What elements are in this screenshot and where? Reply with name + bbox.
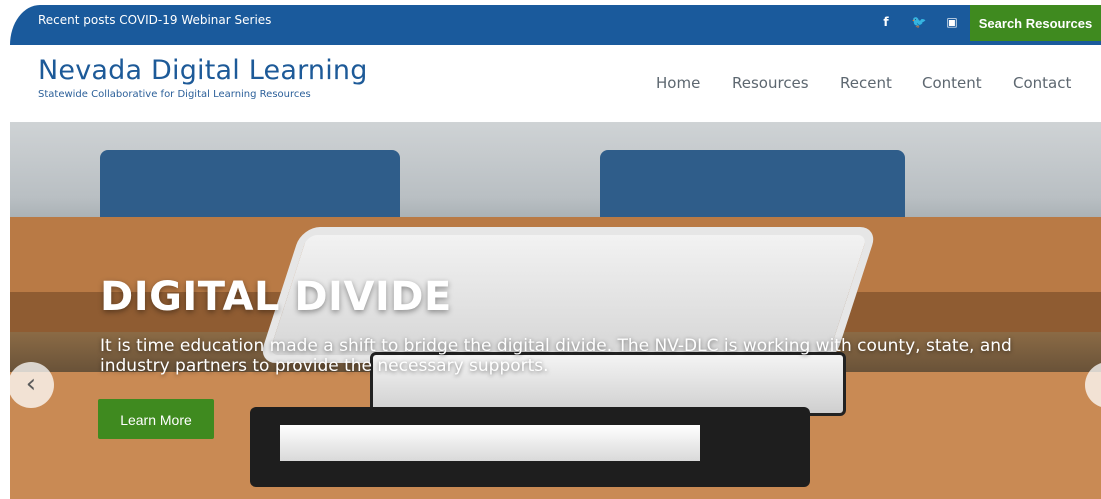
youtube-icon[interactable]: ▣ bbox=[942, 12, 962, 32]
hero-slider: DIGITAL DIVIDE It is time education made… bbox=[10, 122, 1101, 499]
recent-post-link[interactable]: COVID-19 Webinar Series bbox=[119, 13, 271, 27]
chair-left-image bbox=[100, 150, 400, 222]
learn-more-button[interactable]: Learn More bbox=[98, 399, 214, 439]
book-pages-image bbox=[280, 425, 700, 461]
chair-right-image bbox=[600, 150, 905, 222]
nav-contact[interactable]: Contact bbox=[1013, 74, 1071, 92]
nav-resources[interactable]: Resources bbox=[732, 74, 809, 92]
hero-title: DIGITAL DIVIDE bbox=[100, 274, 452, 320]
search-resources-button[interactable]: Search Resources bbox=[970, 5, 1101, 41]
top-bar: Recent posts COVID-19 Webinar Series f 🐦… bbox=[10, 5, 1101, 45]
recent-posts-ticker: Recent posts COVID-19 Webinar Series bbox=[38, 13, 271, 27]
nav-home[interactable]: Home bbox=[656, 74, 700, 92]
twitter-icon[interactable]: 🐦 bbox=[909, 12, 929, 32]
facebook-icon[interactable]: f bbox=[876, 12, 896, 32]
site-logo-title[interactable]: Nevada Digital Learning bbox=[38, 55, 368, 86]
hero-description: It is time education made a shift to bri… bbox=[100, 336, 1012, 376]
slider-prev-icon[interactable]: ‹ bbox=[10, 362, 54, 408]
recent-posts-label: Recent posts bbox=[38, 13, 116, 27]
nav-content[interactable]: Content bbox=[922, 74, 982, 92]
nav-recent[interactable]: Recent bbox=[840, 74, 892, 92]
book-stack-image bbox=[250, 407, 810, 487]
site-logo-subtitle: Statewide Collaborative for Digital Lear… bbox=[38, 89, 311, 100]
site-header: Nevada Digital Learning Statewide Collab… bbox=[0, 45, 1101, 122]
